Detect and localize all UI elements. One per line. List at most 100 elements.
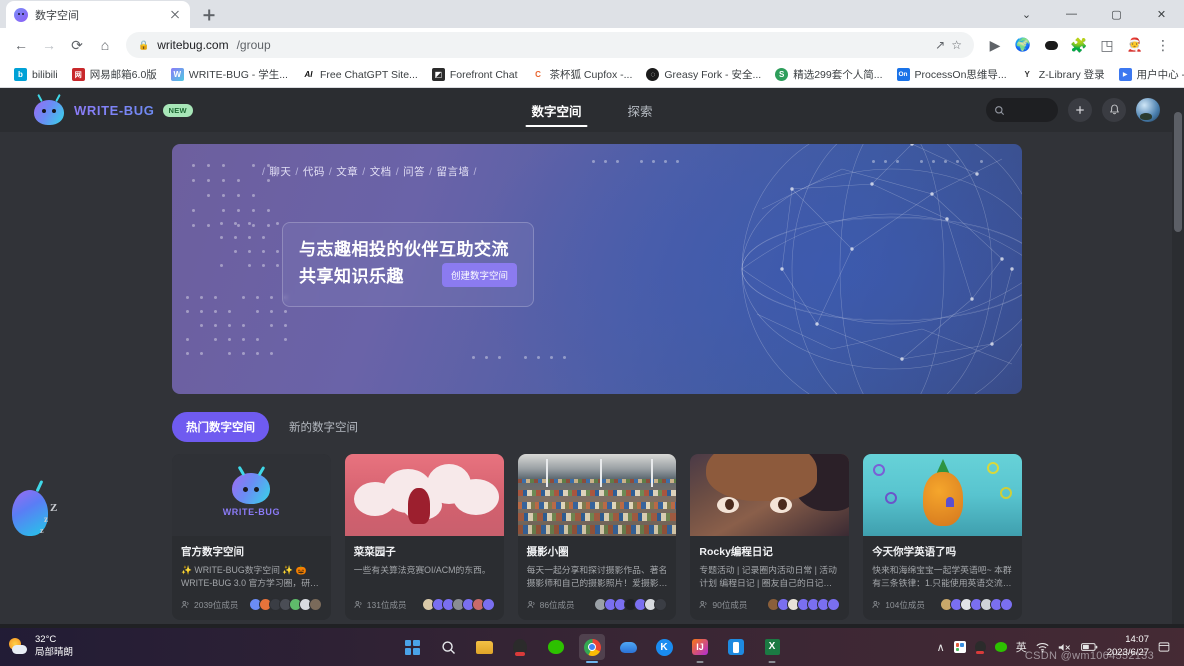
new-tab-button[interactable]: [196, 2, 222, 28]
tab-strip: 数字空间 ⌄ — ▢ ✕: [0, 0, 1184, 28]
taskbar-clock[interactable]: 14:07 2023/6/27: [1107, 634, 1149, 660]
sleep-z-icon: z: [44, 514, 48, 524]
avatar: [827, 598, 841, 611]
bookmark-item[interactable]: b bilibili: [8, 65, 64, 84]
bookmark-item[interactable]: S 精选299套个人简...: [769, 64, 888, 85]
bookmark-item[interactable]: ◩ Forefront Chat: [426, 65, 524, 84]
side-panel-icon[interactable]: ◳: [1094, 32, 1120, 58]
bookmark-star-icon[interactable]: ☆: [951, 38, 962, 52]
puzzle-extension-icon[interactable]: 🧩: [1066, 32, 1092, 58]
close-window-button[interactable]: ✕: [1139, 0, 1184, 28]
forward-icon[interactable]: →: [36, 32, 62, 58]
jetbrains-icon[interactable]: IJ: [687, 634, 713, 663]
taskbar-search-icon[interactable]: [435, 634, 461, 660]
reload-icon[interactable]: ⟳: [64, 32, 90, 58]
card-description: ✨ WRITE-BUG数字空间 ✨ 🎃 WRITE-BUG 3.0 官方学习圈，…: [181, 565, 319, 589]
card-member-count: 131位成员: [366, 599, 407, 610]
wifi-icon[interactable]: [1036, 642, 1049, 653]
tab-close-icon[interactable]: [168, 8, 182, 22]
bookmark-item[interactable]: ◌ Greasy Fork - 安全...: [640, 64, 767, 85]
space-card[interactable]: Rocky编程日记 专题活动 | 记录圈内活动日常 | 活动计划 编程日记 | …: [690, 454, 850, 620]
bookmark-item[interactable]: AI Free ChatGPT Site...: [296, 65, 424, 84]
main-nav: 数字空间 探索: [525, 89, 655, 132]
back-icon[interactable]: ←: [8, 32, 34, 58]
browser-menu-icon[interactable]: ⋮: [1150, 32, 1176, 58]
dark-reader-icon[interactable]: [1038, 32, 1064, 58]
space-card[interactable]: WRITE-BUG 官方数字空间 ✨ WRITE-BUG数字空间 ✨ 🎃 WRI…: [172, 454, 331, 620]
create-digital-space-button[interactable]: 创建数字空间: [441, 263, 517, 288]
breadcrumb-wall[interactable]: 留言墙: [435, 164, 472, 179]
breadcrumb-docs[interactable]: 文档: [368, 164, 394, 179]
start-windows-icon[interactable]: [399, 634, 425, 660]
search-input[interactable]: [986, 98, 1058, 122]
bookmark-label: Greasy Fork - 安全...: [664, 69, 762, 81]
card-title: 摄影小圈: [526, 546, 569, 558]
nav-item-digital-space[interactable]: 数字空间: [525, 89, 588, 132]
chrome-icon[interactable]: [579, 634, 605, 663]
card-description: 快来和海绵宝宝一起学英语吧~ 本群有三条铁律：1.只能使用英语交流，不要出现中.…: [872, 565, 1012, 589]
bookmark-favicon-icon: Y: [1020, 68, 1034, 81]
user-avatar[interactable]: [1136, 98, 1160, 122]
nav-item-explore[interactable]: 探索: [626, 89, 655, 132]
card-description: 专题活动 | 记录圈内活动日常 | 活动计划 编程日记 | 圈友自己的日记本 |…: [699, 565, 837, 589]
notifications-button[interactable]: [1102, 98, 1126, 122]
file-explorer-icon[interactable]: [471, 634, 497, 660]
scrollbar-thumb[interactable]: [1174, 112, 1182, 232]
bookmark-label: WRITE-BUG - 学生...: [188, 69, 288, 81]
media-play-icon[interactable]: ▶: [982, 32, 1008, 58]
breadcrumb-article[interactable]: 文章: [334, 164, 360, 179]
nvidia-icon[interactable]: [953, 641, 966, 653]
breadcrumb-qa[interactable]: 问答: [401, 164, 427, 179]
bookmark-label: bilibili: [32, 68, 58, 81]
tab-new-spaces[interactable]: 新的数字空间: [275, 412, 372, 442]
floating-assistant-mascot[interactable]: Z z z: [4, 480, 66, 554]
wechat-icon[interactable]: [543, 634, 569, 660]
space-card[interactable]: 今天你学英语了吗 快来和海绵宝宝一起学英语吧~ 本群有三条铁律：1.只能使用英语…: [863, 454, 1022, 620]
bookmark-item[interactable]: Y Z-Library 登录: [1015, 64, 1111, 85]
bookmark-item[interactable]: ▶ 用户中心 - 云猫转...: [1113, 64, 1184, 85]
baidu-netdisk-icon[interactable]: [615, 634, 641, 660]
taskbar-apps: K IJ X: [399, 634, 785, 663]
profile-avatar-icon[interactable]: 🧑‍🎄: [1122, 32, 1148, 58]
browser-tab[interactable]: 数字空间: [6, 1, 190, 28]
bookmark-item[interactable]: C 茶杯狐 Cupfox -...: [526, 64, 639, 85]
dot-pattern-decoration: [592, 160, 702, 176]
brand[interactable]: WRITE-BUG NEW: [32, 93, 193, 125]
phone-link-icon[interactable]: [723, 634, 749, 660]
tray-wechat-icon[interactable]: [994, 642, 1007, 652]
hero-title-line2: 共享知识乐趣: [299, 267, 404, 286]
excel-icon[interactable]: X: [759, 634, 785, 663]
tab-popular-spaces[interactable]: 热门数字空间: [172, 412, 269, 442]
home-icon[interactable]: ⌂: [92, 32, 118, 58]
qq-icon[interactable]: [507, 634, 533, 660]
kugou-icon[interactable]: K: [651, 634, 677, 660]
dot-pattern-decoration: [472, 356, 572, 372]
weather-widget[interactable]: 32°C 局部晴朗: [8, 634, 178, 660]
bookmark-item[interactable]: W WRITE-BUG - 学生...: [165, 64, 294, 85]
globe-extension-icon[interactable]: 🌍: [1010, 32, 1036, 58]
minimize-button[interactable]: —: [1049, 0, 1094, 28]
battery-icon[interactable]: [1080, 642, 1098, 652]
members-icon: [872, 600, 880, 608]
page-scrollbar[interactable]: [1172, 88, 1184, 624]
share-icon[interactable]: ↗: [935, 38, 945, 52]
volume-muted-icon[interactable]: [1058, 642, 1072, 653]
url-host: writebug.com: [157, 38, 229, 52]
tray-qq-icon[interactable]: [974, 641, 986, 654]
breadcrumb-code[interactable]: 代码: [301, 164, 327, 179]
members-icon: [527, 600, 535, 608]
address-bar[interactable]: 🔒 writebug.com/group ↗ ☆: [126, 32, 974, 58]
space-card[interactable]: 摄影小圈 每天一起分享和探讨摄影作品、著名摄影师和自己的摄影照片！爱摄影就com…: [517, 454, 677, 620]
windows-taskbar: 32°C 局部晴朗 K IJ X ∧ 英 14:07 2023/6/27 CSD…: [0, 628, 1184, 666]
tray-chevron-up-icon[interactable]: ∧: [937, 641, 945, 654]
ime-indicator[interactable]: 英: [1016, 639, 1027, 655]
members-icon: [354, 600, 362, 608]
bookmark-item[interactable]: On ProcessOn思维导...: [891, 64, 1013, 85]
maximize-button[interactable]: ▢: [1094, 0, 1139, 28]
bookmark-favicon-icon: C: [531, 68, 545, 81]
tab-search-chevron-icon[interactable]: ⌄: [1004, 0, 1049, 28]
bookmark-item[interactable]: 网网易邮箱6.0版: [66, 64, 163, 85]
add-button[interactable]: [1068, 98, 1092, 122]
space-card[interactable]: 菜菜园子 一些有关算法竞赛OI/ACM的东西。 131位成员: [344, 454, 504, 620]
notification-center-icon[interactable]: [1158, 641, 1170, 653]
